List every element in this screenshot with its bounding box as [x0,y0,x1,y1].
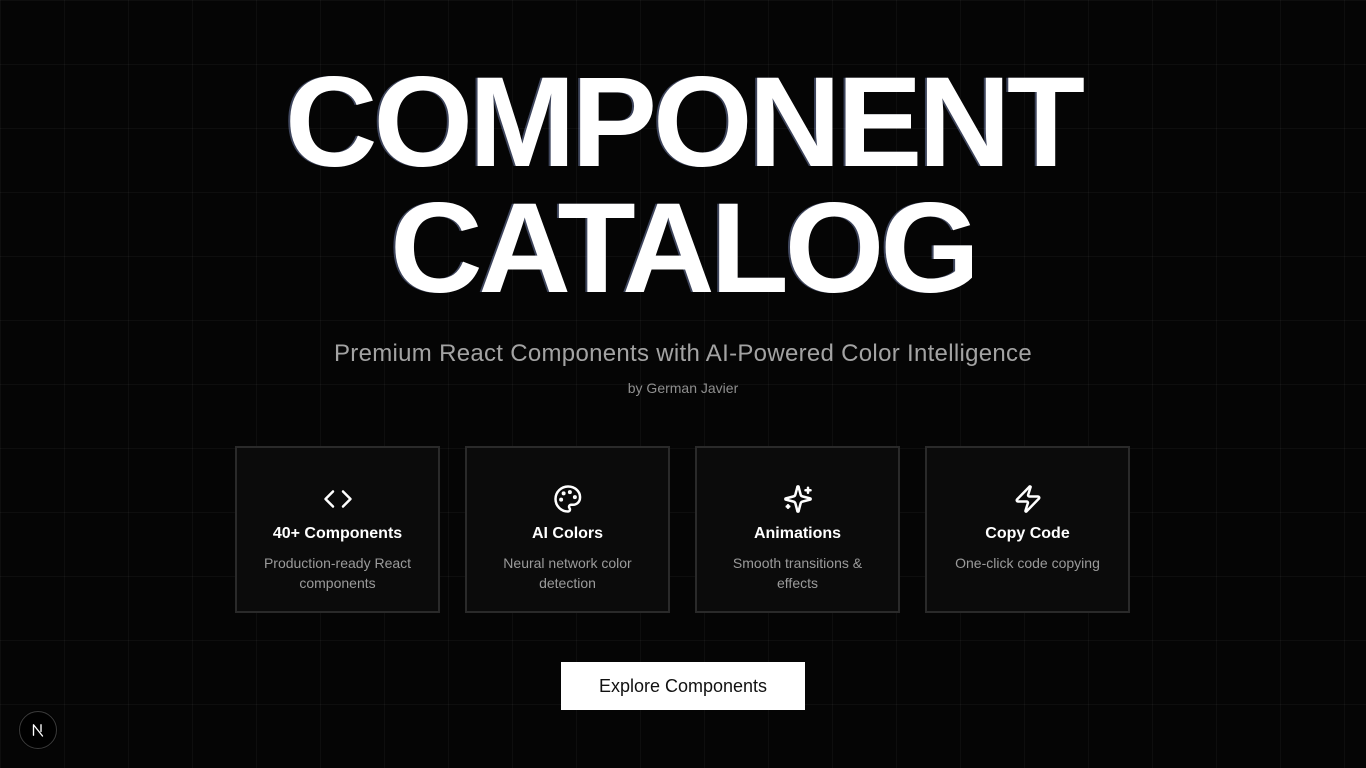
feature-card-components: 40+ Components Production-ready React co… [235,446,440,613]
hero-title: COMPONENT CATALOG [0,51,1366,320]
feature-title: Animations [753,525,842,542]
feature-card-copy-code: Copy Code One-click code copying [925,446,1130,613]
zap-icon [1011,482,1045,516]
feature-title: Copy Code [985,525,1070,542]
feature-title: AI Colors [531,525,604,542]
author-credit: by German Javier [627,380,739,396]
landing-page: COMPONENT CATALOG Premium React Componen… [0,0,1366,768]
hero-subtitle: Premium React Components with AI-Powered… [333,340,1032,367]
feature-card-animations: Animations Smooth transitions & effects [695,446,900,613]
sparkles-icon [781,482,815,516]
explore-components-button[interactable]: Explore Components [561,662,805,710]
palette-icon [551,482,585,516]
feature-title: 40+ Components [272,525,403,542]
hero-title-line-1: COMPONENT [285,51,1085,194]
code-icon [321,482,355,516]
feature-description: Production-ready React components [263,555,412,591]
feature-card-ai-colors: AI Colors Neural network color detection [465,446,670,613]
nextjs-logo-icon [32,724,44,737]
feature-description: Neural network color detection [503,555,632,591]
nextjs-dev-badge[interactable] [19,711,57,749]
hero-title-line-2: CATALOG [390,177,980,320]
feature-cards: 40+ Components Production-ready React co… [235,446,1130,613]
feature-description: Smooth transitions & effects [732,555,863,591]
feature-description: One-click code copying [955,555,1100,571]
